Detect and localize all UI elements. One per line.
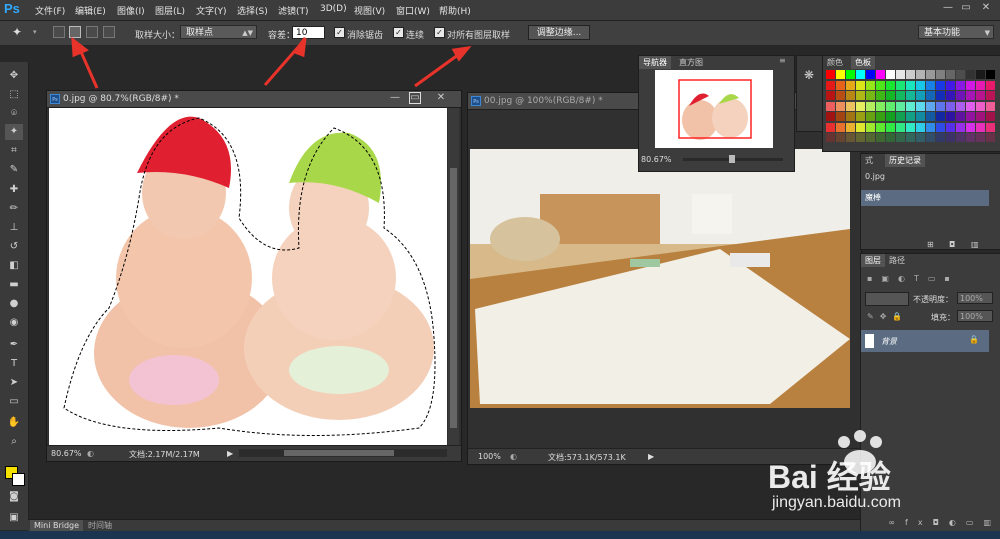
watermark-brand: Bai 经验 [768, 459, 891, 495]
baidu-watermark: Bai 经验 jingyan.baidu.com [768, 430, 988, 520]
watermark-url: jingyan.baidu.com [772, 494, 901, 511]
